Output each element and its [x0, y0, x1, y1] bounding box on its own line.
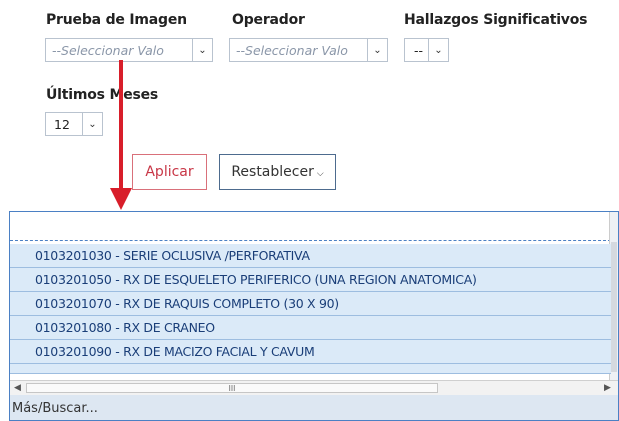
chevron-down-icon[interactable]: ⌄: [82, 113, 102, 135]
scroll-left-icon[interactable]: ◀: [14, 382, 21, 393]
hallazgos-label: Hallazgos Significativos: [404, 12, 588, 28]
hallazgos-select-value: --: [414, 42, 424, 58]
chevron-down-icon[interactable]: ⌄: [192, 39, 212, 61]
apply-button[interactable]: Aplicar: [132, 154, 207, 190]
operador-label: Operador: [232, 12, 305, 28]
list-item[interactable]: 0103201080 - RX DE CRANEO: [10, 316, 611, 340]
prueba-select[interactable]: --Seleccionar Valo ⌄: [45, 38, 213, 62]
meses-select-value: 12: [54, 116, 70, 132]
chevron-down-icon[interactable]: ⌄: [367, 39, 387, 61]
operador-select-value: --Seleccionar Valo: [236, 42, 348, 58]
meses-label: Últimos Meses: [46, 87, 159, 103]
hallazgos-select[interactable]: -- ⌄: [404, 38, 449, 62]
more-search-footer[interactable]: Más/Buscar...: [10, 395, 618, 420]
scroll-grip-icon: III: [228, 383, 236, 393]
meses-select[interactable]: 12 ⌄: [45, 112, 103, 136]
dropdown-panel: 0103201030 - SERIE OCLUSIVA /PERFORATIVA…: [9, 211, 619, 421]
horizontal-scrollbar-thumb[interactable]: III: [26, 383, 438, 393]
list-item[interactable]: 0103201070 - RX DE RAQUIS COMPLETO (30 X…: [10, 292, 611, 316]
chevron-down-icon: ⌵: [316, 168, 324, 179]
scroll-right-icon[interactable]: ▶: [604, 382, 611, 393]
dropdown-search-row[interactable]: [10, 212, 611, 241]
red-arrow-indicator-icon: [110, 60, 132, 210]
prueba-select-value: --Seleccionar Valo: [52, 42, 164, 58]
list-item-partial[interactable]: [10, 364, 611, 374]
horizontal-scrollbar[interactable]: ◀ III ▶: [10, 380, 618, 395]
reset-button-label: Restablecer: [231, 164, 314, 180]
reset-button[interactable]: Restablecer ⌵: [219, 154, 336, 190]
vertical-scrollbar-thumb[interactable]: [611, 242, 617, 372]
prueba-label: Prueba de Imagen: [46, 12, 187, 28]
list-item[interactable]: 0103201090 - RX DE MACIZO FACIAL Y CAVUM: [10, 340, 611, 364]
dropdown-list: 0103201030 - SERIE OCLUSIVA /PERFORATIVA…: [10, 244, 611, 374]
list-item[interactable]: 0103201050 - RX DE ESQUELETO PERIFERICO …: [10, 268, 611, 292]
operador-select[interactable]: --Seleccionar Valo ⌄: [229, 38, 388, 62]
chevron-down-icon[interactable]: ⌄: [428, 39, 448, 61]
list-item[interactable]: 0103201030 - SERIE OCLUSIVA /PERFORATIVA: [10, 244, 611, 268]
